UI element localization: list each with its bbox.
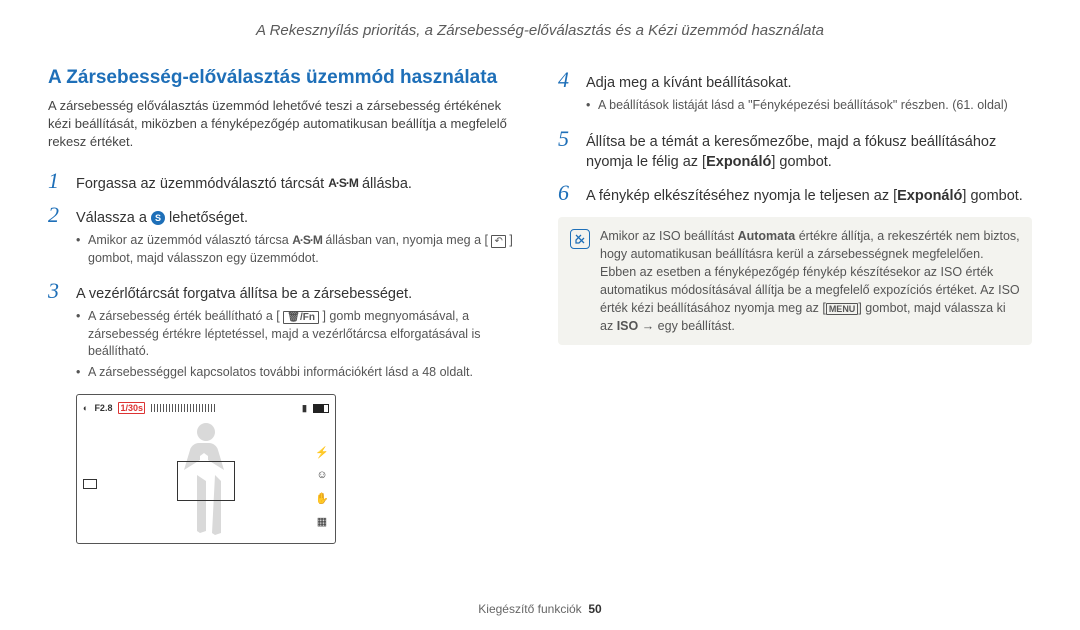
step-text: Forgassa az üzemmódválasztó tárcsát A·S·…	[76, 176, 412, 192]
note-a: Amikor az ISO beállítást	[600, 229, 738, 243]
bullet: A beállítások listáját lásd a "Fényképez…	[586, 97, 1032, 115]
step-text-a: Forgassa az üzemmódválasztó tárcsát	[76, 176, 328, 192]
settings-icon: ▦	[315, 514, 329, 528]
preview-right-icons: ⚡ ☺ ✋ ▦	[315, 445, 329, 528]
preview-left-icons	[83, 479, 97, 489]
menu-icon: MENU	[826, 303, 859, 315]
step-text-a: Válassza a	[76, 210, 151, 226]
shutter-value: 1/30s	[118, 402, 145, 414]
step-number: 5	[558, 126, 576, 152]
step-2: 2 Válassza a S lehetőséget. Amikor az üz…	[48, 202, 522, 270]
trash-fn-icon: 🗑/Fn	[283, 311, 319, 324]
globe-s-icon: S	[151, 211, 165, 225]
step-text-b: állásba.	[362, 176, 412, 192]
note-icon	[570, 229, 590, 249]
note-bold2: ISO	[617, 319, 639, 333]
step-1: 1 Forgassa az üzemmódválasztó tárcsát A·…	[48, 168, 522, 194]
bullet: A zársebességgel kapcsolatos további inf…	[76, 364, 522, 382]
step-number: 1	[48, 168, 66, 194]
aperture-value: F2.8	[94, 403, 112, 413]
note-d: → egy beállítást.	[638, 319, 735, 333]
focus-box-icon	[177, 461, 235, 501]
camera-preview: ◐ F2.8 1/30s ▮ ⚡ ☺ ✋ ▦	[76, 394, 336, 544]
page-number: 50	[588, 602, 601, 616]
bullet-text-a: A zársebesség érték beállítható a [	[88, 309, 280, 323]
note-bold1: Automata	[738, 229, 796, 243]
af-point-icon	[83, 479, 97, 489]
bullet-text-a: Amikor az üzemmód választó tárcsa	[88, 233, 292, 247]
step-bullets: A beállítások listáját lásd a "Fényképez…	[586, 97, 1032, 115]
card-icon: ▮	[302, 403, 307, 414]
step-4: 4 Adja meg a kívánt beállításokat. A beá…	[558, 67, 1032, 118]
bold-label: Exponáló	[706, 154, 771, 170]
step-bullets: A zársebesség érték beállítható a [ 🗑/Fn…	[76, 308, 522, 381]
step-text-b: lehetőséget.	[169, 210, 248, 226]
section-title: A Zársebesség-előválasztás üzemmód haszn…	[48, 67, 522, 89]
step-text: Válassza a S lehetőséget.	[76, 210, 248, 226]
left-column: A Zársebesség-előválasztás üzemmód haszn…	[48, 67, 522, 544]
step-text: Állítsa be a témát a keresőmezőbe, majd …	[586, 134, 996, 170]
stabilizer-icon: ✋	[315, 491, 329, 505]
right-column: 4 Adja meg a kívánt beállításokat. A beá…	[558, 67, 1032, 544]
step-number: 6	[558, 180, 576, 206]
step-number: 4	[558, 67, 576, 93]
bullet: A zársebesség érték beállítható a [ 🗑/Fn…	[76, 308, 522, 361]
step-5: 5 Állítsa be a témát a keresőmezőbe, maj…	[558, 126, 1032, 173]
note-text: Amikor az ISO beállítást Automata értékr…	[600, 227, 1020, 336]
bullet: Amikor az üzemmód választó tárcsa A·S·M …	[76, 232, 522, 267]
mode-globe-icon: ◐	[83, 403, 88, 413]
flash-icon: ⚡	[315, 445, 329, 459]
intro-paragraph: A zársebesség előválasztás üzemmód lehet…	[48, 97, 522, 152]
bullet-text-b: állásban van, nyomja meg a [	[325, 233, 488, 247]
asm-icon: A·S·M	[292, 233, 322, 247]
reverse-icon: ↶	[491, 235, 505, 248]
note-box: Amikor az ISO beállítást Automata értékr…	[558, 217, 1032, 346]
step-6: 6 A fénykép elkészítéséhez nyomja le tel…	[558, 180, 1032, 206]
battery-icon	[313, 404, 329, 413]
footer-section: Kiegészítő funkciók	[478, 602, 581, 616]
step-number: 3	[48, 278, 66, 304]
step-number: 2	[48, 202, 66, 228]
content-columns: A Zársebesség-előválasztás üzemmód haszn…	[48, 67, 1032, 544]
face-icon: ☺	[315, 468, 329, 482]
step-bullets: Amikor az üzemmód választó tárcsa A·S·M …	[76, 232, 522, 267]
step-3: 3 A vezérlőtárcsát forgatva állítsa be a…	[48, 278, 522, 384]
page-footer: Kiegészítő funkciók 50	[0, 602, 1080, 616]
step-text: Adja meg a kívánt beállításokat.	[586, 75, 792, 91]
step-text: A fénykép elkészítéséhez nyomja le telje…	[586, 188, 1023, 204]
step-text: A vezérlőtárcsát forgatva állítsa be a z…	[76, 286, 412, 302]
step-text-b: ] gombot.	[962, 188, 1022, 204]
bold-label: Exponáló	[897, 188, 962, 204]
step-text-b: ] gombot.	[771, 154, 831, 170]
asm-icon: A·S·M	[328, 175, 358, 192]
ev-bar-icon	[151, 404, 215, 412]
step-text-a: A fénykép elkészítéséhez nyomja le telje…	[586, 188, 897, 204]
preview-topbar: ◐ F2.8 1/30s ▮	[83, 400, 329, 416]
page-header: A Rekesznyílás prioritás, a Zársebesség-…	[48, 22, 1032, 39]
